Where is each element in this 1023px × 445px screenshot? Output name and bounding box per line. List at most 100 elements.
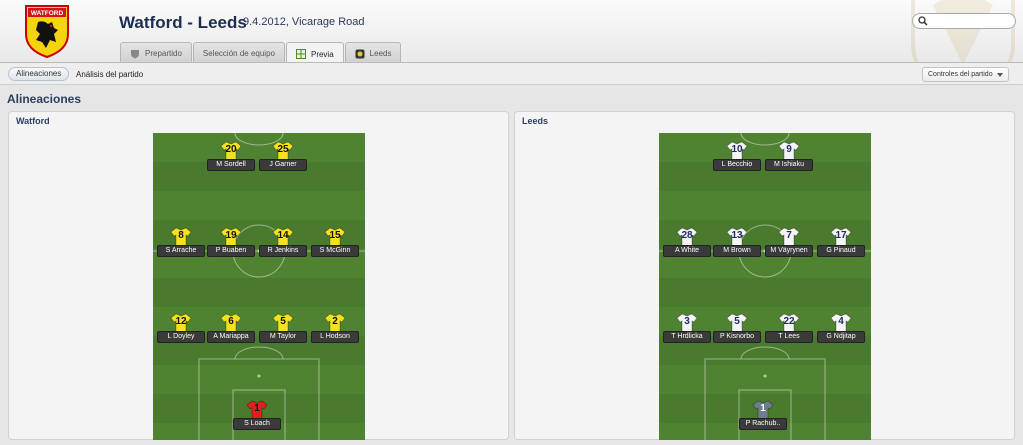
shirt-number: 10 (731, 144, 743, 155)
shirt-number: 5 (734, 316, 740, 327)
tab-label: Previa (310, 49, 334, 59)
player-away-4[interactable]: 7 M Väyrynen (761, 227, 817, 259)
tab-label: Selección de equipo (202, 49, 275, 58)
tab-prepartido[interactable]: Prepartido (120, 42, 192, 62)
team-icon (355, 49, 365, 58)
chevron-down-icon (997, 73, 1003, 77)
player-home-0[interactable]: 20 M Sordell (203, 141, 259, 173)
player-name: T Lees (765, 331, 813, 343)
player-home-4[interactable]: 14 R Jenkins (255, 227, 311, 259)
shirt-number: 8 (178, 230, 184, 241)
shirt-number: 15 (329, 230, 341, 241)
tab-label: Leeds (369, 49, 392, 58)
player-name: P Buaben (207, 245, 255, 257)
player-home-6[interactable]: 12 L Doyley (153, 313, 209, 345)
shirt-number: 25 (277, 144, 289, 155)
tab-seleccion-de-equipo[interactable]: Selección de equipo (192, 42, 285, 62)
home-pitch: 20 M Sordell 25 J Garner 8 S Arrache 19 P Buabe… (153, 133, 365, 440)
player-name: M Väyrynen (765, 245, 813, 257)
shirt-number: 12 (175, 316, 187, 327)
player-home-5[interactable]: 15 S McGinn (307, 227, 363, 259)
home-team-name: Watford (16, 116, 50, 126)
player-name: M Ishiaku (765, 159, 813, 171)
match-date-venue: 9.4.2012, Vicarage Road (243, 16, 365, 28)
match-controls-label: Controles del partido (928, 71, 993, 78)
subnav-alineaciones[interactable]: Alineaciones (8, 67, 70, 81)
away-team-name: Leeds (522, 116, 549, 126)
player-name: A White (663, 245, 711, 257)
shirt-number: 4 (838, 316, 844, 327)
shirt-number: 2 (332, 316, 338, 327)
player-name: M Sordell (207, 159, 255, 171)
player-away-2[interactable]: 28 A White (659, 227, 715, 259)
player-name: S Arrache (157, 245, 205, 257)
player-name: M Taylor (259, 331, 307, 343)
player-name: M Brown (713, 245, 761, 257)
player-away-3[interactable]: 13 M Brown (709, 227, 765, 259)
section-title: Alineaciones (7, 92, 82, 106)
player-name: J Garner (259, 159, 307, 171)
player-name: L Becchio (713, 159, 761, 171)
player-name: S McGinn (311, 245, 359, 257)
shield-icon (131, 49, 139, 58)
shirt-number: 13 (731, 230, 743, 241)
player-name: G Ndjitap (817, 331, 865, 343)
leeds-crest-watermark (911, 0, 1015, 62)
player-name: T Hrdlicka (663, 331, 711, 343)
player-name: S Loach (233, 418, 281, 430)
shirt-number: 1 (254, 403, 260, 414)
shirt-number: 6 (228, 316, 234, 327)
shirt-number: 5 (280, 316, 286, 327)
shirt-number: 22 (783, 316, 795, 327)
svg-text:WATFORD: WATFORD (31, 10, 64, 17)
match-header: WATFORD Watford - Leeds 9.4.2012, Vicara… (0, 0, 1023, 63)
player-name: L Hodson (311, 331, 359, 343)
player-home-10[interactable]: 1 S Loach (229, 400, 285, 432)
home-lineup-panel: Watford 20 M Sordell 25 J Garner 8 S Arrache 1… (8, 111, 509, 440)
watford-crest-logo: WATFORD (25, 5, 69, 58)
player-home-3[interactable]: 19 P Buaben (203, 227, 259, 259)
player-name: P Kisnorbo (713, 331, 761, 343)
tab-label: Prepartido (145, 49, 182, 58)
away-lineup-panel: Leeds 10 L Becchio 9 M Ishiaku 28 A White 13 M … (514, 111, 1015, 440)
shirt-number: 17 (835, 230, 847, 241)
shirt-number: 19 (225, 230, 237, 241)
player-away-9[interactable]: 4 G Ndjitap (813, 313, 869, 345)
pitch-markings (659, 133, 871, 440)
preview-icon (295, 49, 306, 59)
tab-leeds[interactable]: Leeds (344, 42, 402, 62)
match-title: Watford - Leeds (119, 13, 247, 32)
player-away-7[interactable]: 5 P Kisnorbo (709, 313, 765, 345)
player-away-10[interactable]: 1 P Rachub.. (735, 400, 791, 432)
match-tabs: Prepartido Selección de equipo Previa Le… (120, 42, 402, 62)
shirt-number: 28 (681, 230, 693, 241)
player-name: A Mariappa (207, 331, 255, 343)
player-home-8[interactable]: 5 M Taylor (255, 313, 311, 345)
player-away-6[interactable]: 3 T Hrdlicka (659, 313, 715, 345)
sub-navigation: Alineaciones Análisis del partido Contro… (0, 63, 1023, 85)
player-home-7[interactable]: 6 A Mariappa (203, 313, 259, 345)
player-name: R Jenkins (259, 245, 307, 257)
search-input[interactable] (912, 13, 1016, 29)
player-away-8[interactable]: 22 T Lees (761, 313, 817, 345)
shirt-number: 14 (277, 230, 289, 241)
player-name: P Rachub.. (739, 418, 787, 430)
search-icon (918, 16, 928, 26)
player-away-0[interactable]: 10 L Becchio (709, 141, 765, 173)
player-away-1[interactable]: 9 M Ishiaku (761, 141, 817, 173)
away-pitch: 10 L Becchio 9 M Ishiaku 28 A White 13 M Brown 7… (659, 133, 871, 440)
player-home-1[interactable]: 25 J Garner (255, 141, 311, 173)
match-controls-dropdown[interactable]: Controles del partido (922, 67, 1009, 82)
pitch-markings (153, 133, 365, 440)
player-name: G Pinaud (817, 245, 865, 257)
player-home-2[interactable]: 8 S Arrache (153, 227, 209, 259)
player-away-5[interactable]: 17 G Pinaud (813, 227, 869, 259)
subnav-analisis-del-partido[interactable]: Análisis del partido (76, 70, 143, 79)
player-name: L Doyley (157, 331, 205, 343)
player-home-9[interactable]: 2 L Hodson (307, 313, 363, 345)
tab-previa[interactable]: Previa (285, 42, 344, 62)
shirt-number: 9 (786, 144, 792, 155)
shirt-number: 20 (225, 144, 237, 155)
shirt-number: 1 (760, 403, 766, 414)
shirt-number: 3 (684, 316, 690, 327)
